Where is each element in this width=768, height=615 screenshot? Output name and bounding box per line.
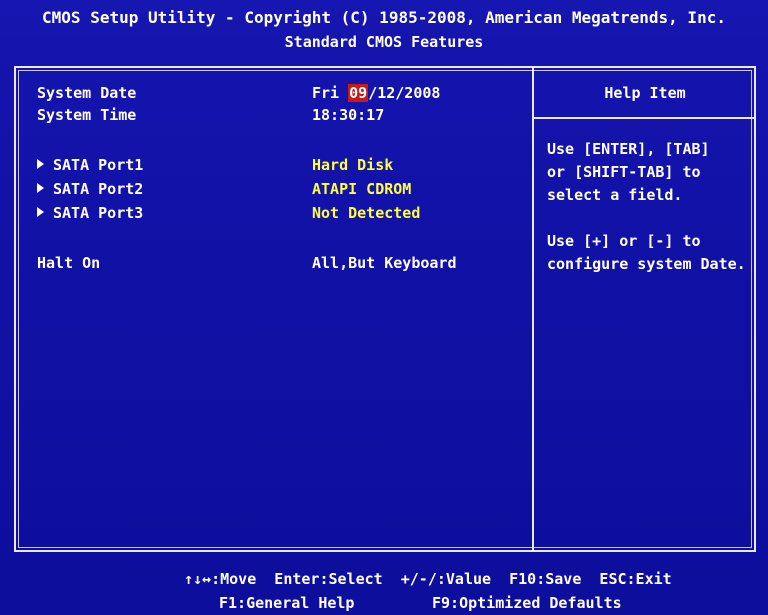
system-date-label: System Date xyxy=(37,84,137,102)
system-time-label: System Time xyxy=(37,106,137,124)
system-date-month-selected[interactable]: 09 xyxy=(348,84,369,102)
help-text: Use [ENTER], [TAB] or [SHIFT-TAB] to sel… xyxy=(547,140,746,273)
right-triangle-icon xyxy=(37,183,44,193)
sata-port2-value[interactable]: ATAPI CDROM xyxy=(312,180,411,198)
sata-port3-item[interactable]: SATA Port3 xyxy=(37,204,143,222)
help-item-title: Help Item xyxy=(604,84,686,102)
halt-on-value[interactable]: All,But Keyboard xyxy=(312,254,457,272)
system-date-rest[interactable]: /12/2008 xyxy=(368,84,440,102)
system-time-field[interactable]: 18:30:17 xyxy=(312,106,384,124)
right-triangle-icon xyxy=(37,159,44,169)
system-date-day: Fri xyxy=(312,84,340,102)
key-legend-line1: ↑↓↔:Move Enter:Select +/-/:Value F10:Sav… xyxy=(184,570,672,588)
sata-port2-label: SATA Port2 xyxy=(53,180,144,198)
sata-port3-label: SATA Port3 xyxy=(53,204,144,222)
key-legend: ↑↓↔:Move Enter:Select +/-/:Value F10:Sav… xyxy=(0,565,768,615)
sata-port2-item[interactable]: SATA Port2 xyxy=(37,180,143,198)
system-date-field[interactable]: Fri 09/12/2008 xyxy=(312,84,440,102)
sata-port1-label: SATA Port1 xyxy=(53,156,144,174)
utility-title: CMOS Setup Utility - Copyright (C) 1985-… xyxy=(42,8,726,27)
right-triangle-icon xyxy=(37,207,44,217)
key-legend-general-help: F1:General Help xyxy=(219,594,355,612)
sata-port1-item[interactable]: SATA Port1 xyxy=(37,156,143,174)
page-title: Standard CMOS Features xyxy=(284,33,484,51)
key-legend-optimized-defaults: F9:Optimized Defaults xyxy=(432,594,622,612)
halt-on-label: Halt On xyxy=(37,254,101,272)
sata-port1-value[interactable]: Hard Disk xyxy=(312,156,393,174)
sata-port3-value[interactable]: Not Detected xyxy=(312,204,420,222)
panel-divider xyxy=(532,66,534,552)
help-title-separator xyxy=(534,117,756,119)
title-bar: CMOS Setup Utility - Copyright (C) 1985-… xyxy=(0,0,768,62)
